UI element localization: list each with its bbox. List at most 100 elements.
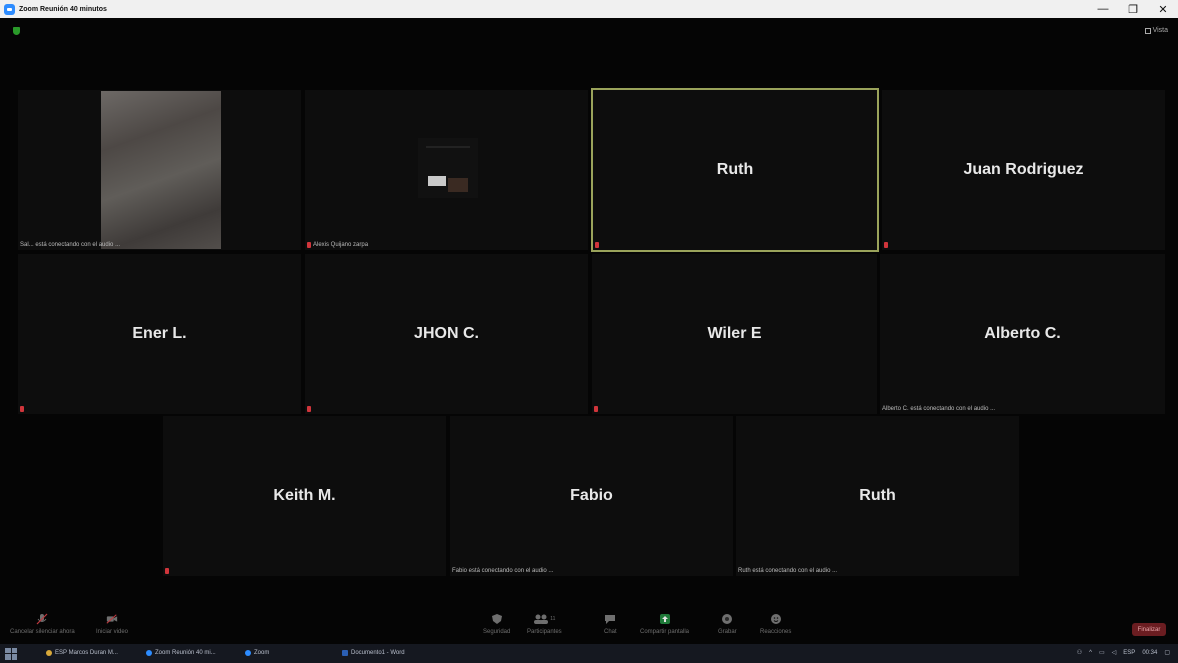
close-button[interactable]: ✕ xyxy=(1148,0,1178,18)
participant-video xyxy=(418,138,478,198)
shield-icon xyxy=(491,613,503,625)
participant-caption xyxy=(20,406,24,412)
clock[interactable]: 00:34 xyxy=(1142,650,1157,656)
view-label: Vista xyxy=(1152,27,1168,34)
chat-button[interactable]: Chat xyxy=(604,613,617,635)
microphone-muted-icon xyxy=(36,613,48,625)
record-button[interactable]: Grabar xyxy=(718,613,737,635)
participants-button[interactable]: 11 Participantes xyxy=(527,613,562,635)
reactions-button[interactable]: Reacciones xyxy=(760,613,791,635)
window-controls: — ❐ ✕ xyxy=(1088,0,1178,18)
participant-tile[interactable]: Alberto C. Alberto C. está conectando co… xyxy=(880,254,1165,414)
taskbar-app-word[interactable]: Documento1 - Word xyxy=(342,650,405,656)
grid-view-icon xyxy=(1144,27,1151,34)
record-label: Grabar xyxy=(718,629,737,635)
share-screen-icon xyxy=(659,613,671,625)
participant-caption: Alberto C. está conectando con el audio … xyxy=(882,406,996,412)
muted-mic-icon xyxy=(307,242,311,248)
notification-icon[interactable]: ▢ xyxy=(1164,649,1170,656)
participant-caption xyxy=(165,568,169,574)
record-icon xyxy=(721,613,733,625)
reactions-label: Reacciones xyxy=(760,629,792,635)
muted-mic-icon xyxy=(884,242,888,248)
participant-caption: Fabio está conectando con el audio ... xyxy=(452,568,554,574)
participant-caption xyxy=(595,242,599,248)
title-bar: Zoom Reunión 40 minutos — ❐ ✕ xyxy=(0,0,1178,18)
chat-icon xyxy=(604,613,616,625)
taskbar-app-zoom[interactable]: Zoom xyxy=(245,650,269,656)
people-icon[interactable]: ⚇ xyxy=(1077,649,1082,656)
chat-label: Chat xyxy=(604,629,617,635)
end-meeting-button[interactable]: Finalizar xyxy=(1132,623,1166,636)
participant-caption xyxy=(884,242,888,248)
taskbar-app-label: ESP Marcos Duran M... xyxy=(55,650,118,656)
participant-name: Fabio xyxy=(570,487,613,504)
muted-mic-icon xyxy=(165,568,169,574)
participant-tile[interactable]: Sal... está conectando con el audio ... xyxy=(18,90,301,250)
muted-mic-icon xyxy=(307,406,311,412)
participant-tile[interactable]: Ruth Ruth está conectando con el audio .… xyxy=(736,416,1019,576)
window-title: Zoom Reunión 40 minutos xyxy=(19,5,107,13)
security-button[interactable]: Seguridad xyxy=(483,613,510,635)
participant-name: Keith M. xyxy=(273,487,336,504)
participant-tile[interactable]: Wiler E xyxy=(592,254,877,414)
zoom-logo-icon xyxy=(4,3,15,15)
muted-mic-icon xyxy=(595,242,599,248)
participant-name: Juan Rodriguez xyxy=(963,161,1084,178)
participant-name: Ruth xyxy=(716,161,754,178)
windows-start-icon[interactable] xyxy=(5,647,17,660)
meeting-toolbar: Cancelar silenciar ahora Iniciar video S… xyxy=(0,609,1178,644)
participant-tile[interactable]: Fabio Fabio está conectando con el audio… xyxy=(450,416,733,576)
taskbar-app-zoom-meeting[interactable]: Zoom Reunión 40 mi... xyxy=(146,650,216,656)
windows-taskbar: ESP Marcos Duran M... Zoom Reunión 40 mi… xyxy=(0,644,1178,663)
meeting-area: Vista Sal... está conectando con el audi… xyxy=(0,18,1178,644)
word-icon xyxy=(342,650,348,656)
participant-tile[interactable]: Ener L. xyxy=(18,254,301,414)
participant-caption xyxy=(594,406,598,412)
participant-name: JHON C. xyxy=(414,325,479,342)
view-button[interactable]: Vista xyxy=(1144,27,1168,34)
taskbar-app-label: Zoom Reunión 40 mi... xyxy=(155,650,216,656)
zoom-icon xyxy=(245,650,251,656)
language-indicator[interactable]: ESP xyxy=(1123,650,1135,656)
minimize-button[interactable]: — xyxy=(1088,0,1118,18)
network-icon[interactable]: ▭ xyxy=(1099,649,1105,656)
participant-tile[interactable]: Juan Rodriguez xyxy=(882,90,1165,250)
zoom-icon xyxy=(146,650,152,656)
participant-caption: Alexis Quijano zarpa xyxy=(307,242,368,248)
participant-caption: Ruth está conectando con el audio ... xyxy=(738,568,838,574)
participants-count: 11 xyxy=(550,616,556,622)
participant-video xyxy=(101,91,221,249)
chevron-up-icon[interactable]: ^ xyxy=(1089,650,1092,656)
unmute-button[interactable]: Cancelar silenciar ahora xyxy=(10,613,75,635)
system-tray: ⚇ ^ ▭ ◁ ESP 00:34 ▢ xyxy=(1077,649,1170,657)
start-video-label: Iniciar video xyxy=(96,629,129,635)
muted-mic-icon xyxy=(594,406,598,412)
security-label: Seguridad xyxy=(483,629,511,635)
unmute-label: Cancelar silenciar ahora xyxy=(10,629,75,635)
participant-caption: Sal... está conectando con el audio ... xyxy=(20,242,121,248)
participant-tile[interactable]: Keith M. xyxy=(163,416,446,576)
participant-name: Alberto C. xyxy=(984,325,1061,342)
volume-icon[interactable]: ◁ xyxy=(1112,649,1117,656)
taskbar-app-label: Documento1 - Word xyxy=(351,650,405,656)
video-off-icon xyxy=(106,613,118,625)
participant-name: Ener L. xyxy=(132,325,187,342)
participant-tile[interactable]: JHON C. xyxy=(305,254,588,414)
security-shield-icon[interactable] xyxy=(13,27,20,35)
muted-mic-icon xyxy=(20,406,24,412)
participant-tile-active-speaker[interactable]: Ruth xyxy=(591,88,879,252)
share-screen-button[interactable]: Compartir pantalla xyxy=(640,613,689,635)
share-screen-label: Compartir pantalla xyxy=(640,629,690,635)
chrome-icon xyxy=(46,650,52,656)
participants-label: Participantes xyxy=(527,629,562,635)
participant-name: Ruth xyxy=(859,487,896,504)
reactions-icon xyxy=(770,613,782,625)
participant-name: Wiler E xyxy=(707,325,762,342)
taskbar-app-browser[interactable]: ESP Marcos Duran M... xyxy=(46,650,118,656)
participants-icon: 11 xyxy=(531,613,557,625)
taskbar-app-label: Zoom xyxy=(254,650,270,656)
participant-tile[interactable]: Alexis Quijano zarpa xyxy=(305,90,588,250)
start-video-button[interactable]: Iniciar video xyxy=(96,613,128,635)
restore-button[interactable]: ❐ xyxy=(1118,0,1148,18)
